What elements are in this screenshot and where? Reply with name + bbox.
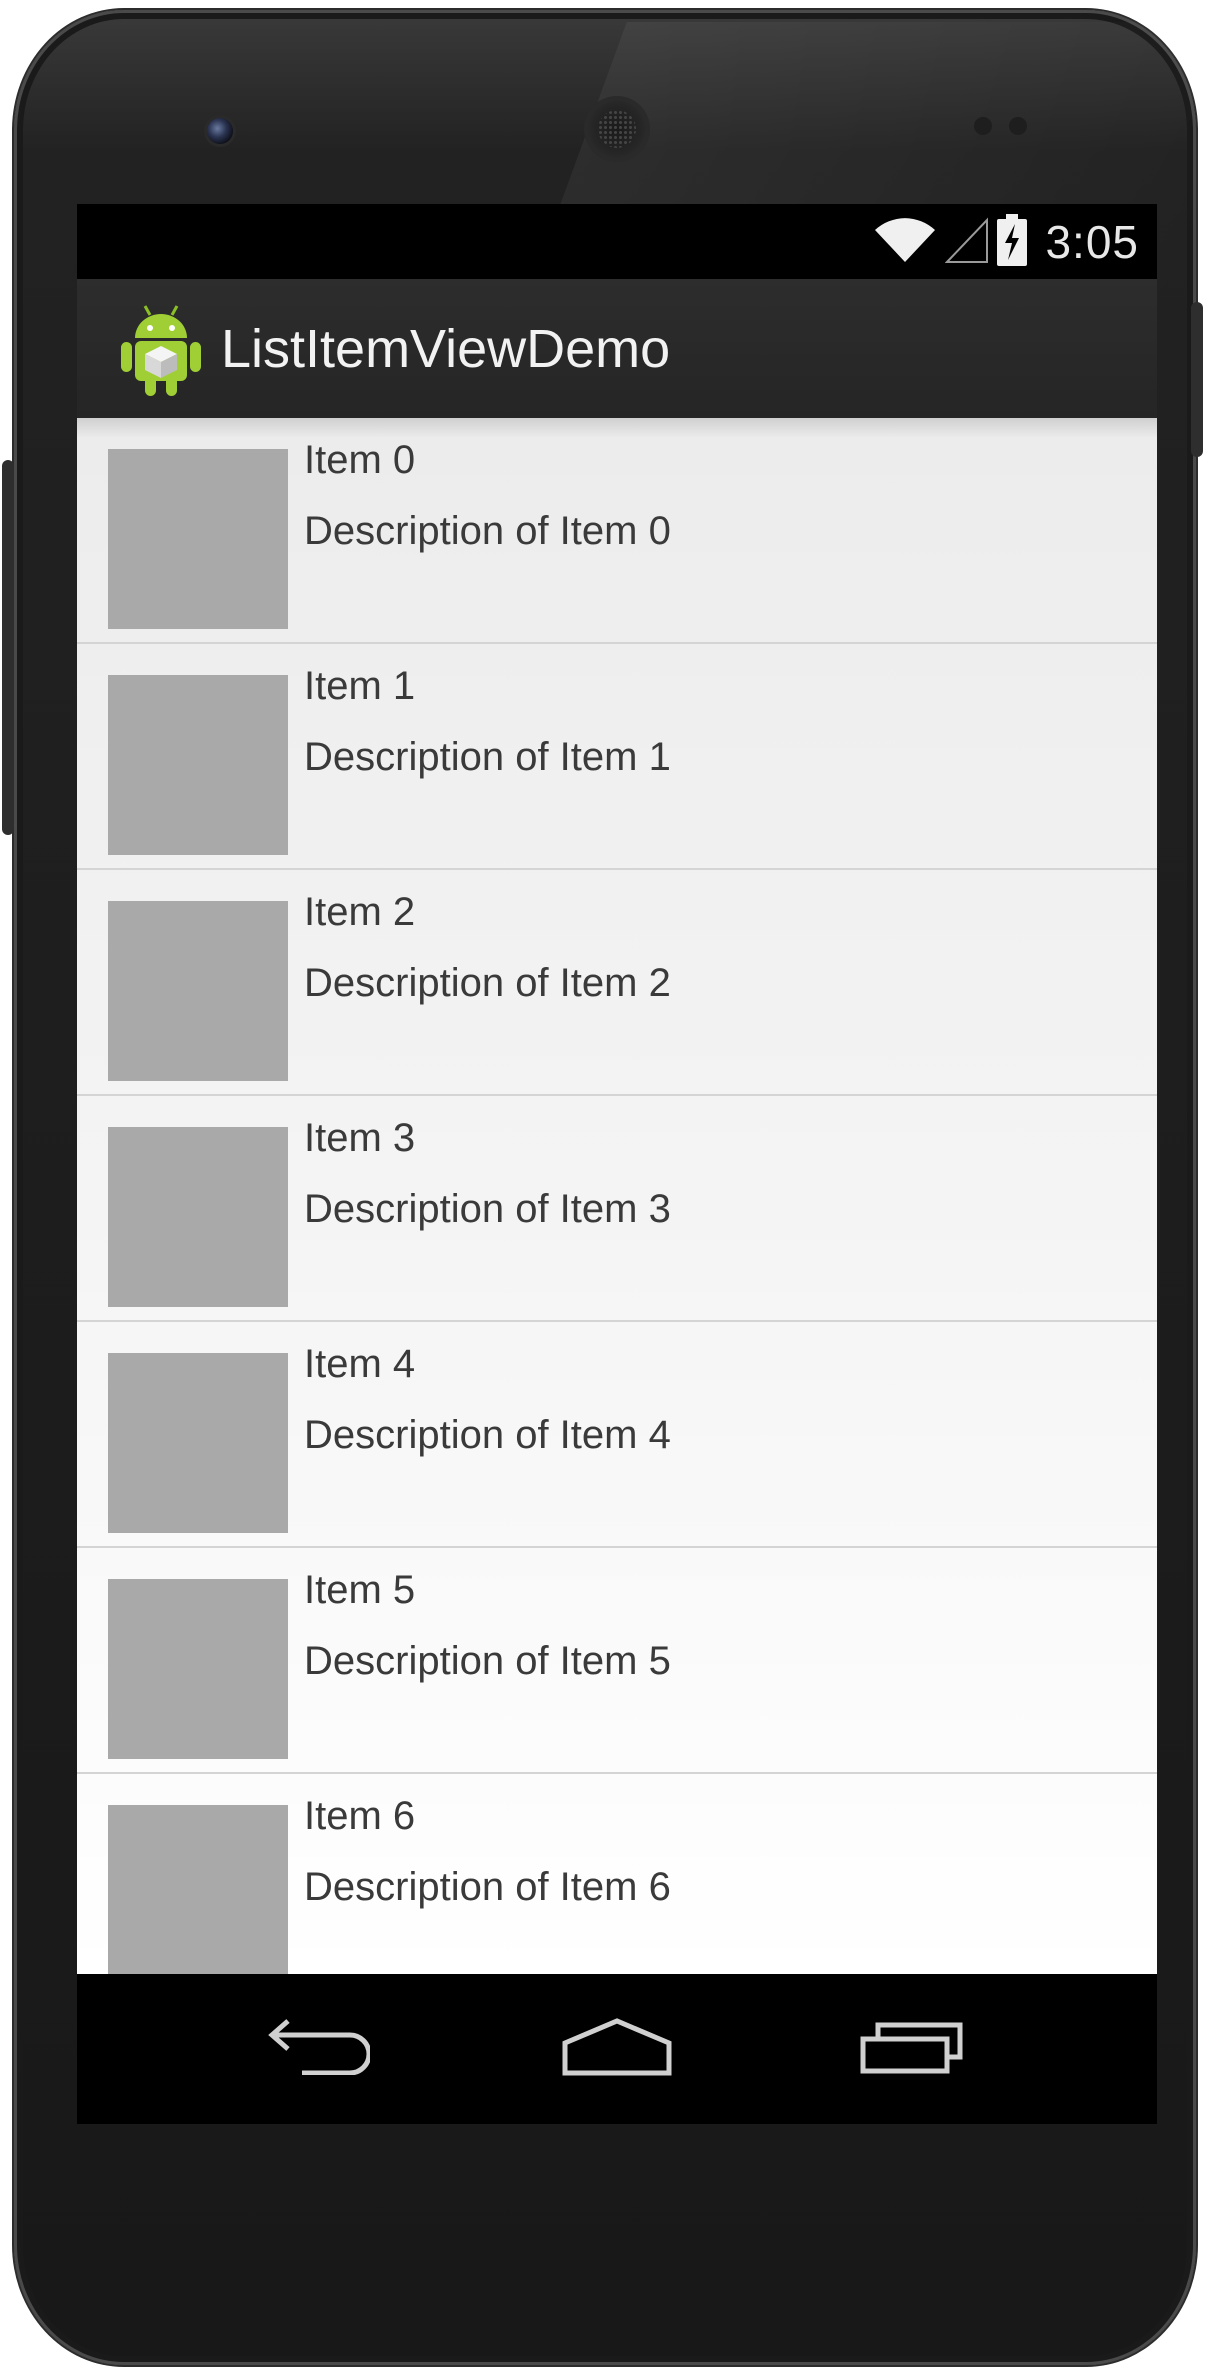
home-button[interactable] [542, 2004, 692, 2094]
item-list[interactable]: Item 0 Description of Item 0 Item 1 Desc… [77, 418, 1157, 1974]
home-icon [561, 2017, 673, 2082]
status-icons: 3:05 [873, 213, 1139, 271]
item-title: Item 5 [304, 1568, 416, 1612]
list-item[interactable]: Item 4 Description of Item 4 [77, 1322, 1157, 1548]
proximity-sensor [974, 117, 992, 135]
item-description: Description of Item 6 [304, 1865, 671, 1909]
action-bar: ListItemViewDemo [77, 279, 1157, 418]
item-title: Item 4 [304, 1342, 416, 1386]
item-description: Description of Item 2 [304, 961, 671, 1005]
recent-apps-icon [860, 2019, 964, 2080]
list-item[interactable]: Item 1 Description of Item 1 [77, 644, 1157, 870]
item-title: Item 6 [304, 1794, 416, 1838]
status-clock: 3:05 [1045, 216, 1139, 268]
earpiece-speaker [588, 100, 646, 158]
recent-apps-button[interactable] [837, 2004, 987, 2094]
status-bar: 3:05 [77, 204, 1157, 279]
item-title: Item 2 [304, 890, 416, 934]
navigation-bar [77, 1974, 1157, 2124]
item-description: Description of Item 5 [304, 1639, 671, 1683]
list-item[interactable]: Item 6 Description of Item 6 [77, 1774, 1157, 1974]
list-item[interactable]: Item 5 Description of Item 5 [77, 1548, 1157, 1774]
wifi-icon [873, 216, 937, 269]
device-screen: 3:05 ListItemViewDemo Item 0 Description… [77, 204, 1157, 2124]
power-button[interactable] [1191, 302, 1203, 457]
item-thumbnail [108, 1579, 288, 1759]
battery-charging-icon [997, 213, 1028, 271]
item-title: Item 1 [304, 664, 416, 708]
back-button[interactable] [243, 2004, 393, 2094]
list-item[interactable]: Item 2 Description of Item 2 [77, 870, 1157, 1096]
light-sensor [1009, 117, 1027, 135]
item-description: Description of Item 4 [304, 1413, 671, 1457]
list-item[interactable]: Item 3 Description of Item 3 [77, 1096, 1157, 1322]
item-description: Description of Item 0 [304, 509, 671, 553]
item-thumbnail [108, 901, 288, 1081]
phone-frame: 3:05 ListItemViewDemo Item 0 Description… [14, 10, 1210, 2365]
cell-signal-icon [945, 216, 989, 269]
item-thumbnail [108, 1127, 288, 1307]
app-title: ListItemViewDemo [221, 318, 671, 379]
item-title: Item 0 [304, 438, 416, 482]
item-title: Item 3 [304, 1116, 416, 1160]
android-app-icon[interactable] [119, 300, 203, 398]
item-thumbnail [108, 1805, 288, 1974]
item-thumbnail [108, 449, 288, 629]
front-camera [207, 118, 233, 144]
list-item[interactable]: Item 0 Description of Item 0 [77, 418, 1157, 644]
volume-rocker[interactable] [2, 460, 14, 835]
item-description: Description of Item 3 [304, 1187, 671, 1231]
item-thumbnail [108, 675, 288, 855]
item-description: Description of Item 1 [304, 735, 671, 779]
back-icon [266, 2018, 372, 2080]
item-thumbnail [108, 1353, 288, 1533]
